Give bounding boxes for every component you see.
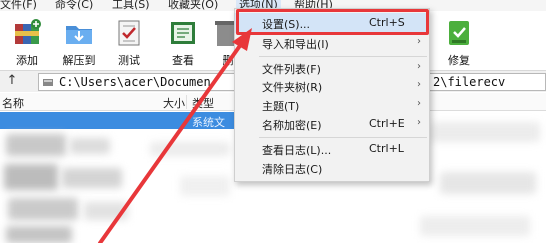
submenu-arrow-icon: › [417, 79, 421, 90]
view-button[interactable]: 查看 [158, 11, 208, 69]
blurred-content [84, 202, 128, 220]
menu-item-folder-tree[interactable]: 文件夹树(R) › [235, 76, 429, 96]
menu-commands[interactable]: 命令(C) [55, 0, 93, 11]
menu-item-label: 主题(T) [262, 100, 300, 113]
blurred-content [180, 176, 230, 196]
menu-item-file-list[interactable]: 文件列表(F) › [235, 58, 429, 78]
menu-item-import-export[interactable]: 导入和导出(I) › [235, 33, 429, 53]
menu-item-label: 名称加密(E) [262, 119, 322, 132]
blurred-content [420, 216, 530, 236]
menu-item-clear-log[interactable]: 清除日志(C) [235, 158, 429, 178]
drive-icon [43, 79, 53, 86]
menu-item-label: 文件夹树(R) [262, 81, 323, 94]
add-button[interactable]: 添加 [2, 11, 52, 69]
view-icon [171, 22, 195, 44]
menu-item-label: 清除日志(C) [262, 163, 323, 176]
repair-button-label: 修复 [448, 54, 470, 67]
extract-to-icon [66, 26, 92, 44]
menu-separator [259, 137, 427, 138]
menu-item-shortcut: Ctrl+L [369, 142, 404, 155]
menu-item-themes[interactable]: 主题(T) › [235, 95, 429, 115]
test-button-label: 测试 [118, 54, 140, 67]
blurred-content [62, 168, 122, 188]
repair-icon [449, 21, 469, 45]
view-button-label: 查看 [172, 54, 194, 67]
column-type[interactable]: 类型 [192, 95, 214, 111]
test-icon [118, 20, 140, 46]
blurred-content [430, 122, 540, 142]
extract-to-button-label: 解压到 [62, 54, 96, 67]
blurred-content [6, 134, 66, 156]
blurred-content [4, 164, 58, 190]
add-archive-icon [15, 19, 41, 44]
menu-favorites[interactable]: 收藏夹(O) [168, 0, 218, 11]
blurred-content [6, 226, 72, 243]
column-size[interactable]: 大小 [163, 95, 185, 111]
path-text-left: C:\Users\acer\Documen [59, 75, 211, 89]
up-arrow-icon[interactable]: ↑ [4, 73, 20, 89]
repair-button[interactable]: 修复 [434, 11, 484, 69]
highlight-box [236, 9, 429, 35]
column-name[interactable]: 名称 [2, 95, 24, 111]
menu-item-view-log[interactable]: 查看日志(L)... Ctrl+L [235, 139, 429, 159]
submenu-arrow-icon: › [417, 117, 421, 128]
menu-item-label: 导入和导出(I) [262, 38, 329, 51]
menu-item-name-encryption[interactable]: 名称加密(E) Ctrl+E › [235, 114, 429, 134]
blurred-content [150, 142, 230, 156]
column-separator[interactable] [186, 95, 187, 109]
menu-separator [259, 56, 427, 57]
extract-to-button[interactable]: 解压到 [54, 11, 104, 69]
test-button[interactable]: 测试 [104, 11, 154, 69]
submenu-arrow-icon: › [417, 61, 421, 72]
submenu-arrow-icon: › [417, 36, 421, 47]
blurred-content [440, 172, 536, 194]
menu-item-label: 文件列表(F) [262, 63, 321, 76]
path-text-right: 2\filerecv [433, 75, 506, 89]
add-button-label: 添加 [16, 54, 38, 67]
selected-row-type: 系统文 [192, 116, 225, 129]
delete-button[interactable]: 删 [212, 11, 237, 69]
submenu-arrow-icon: › [417, 98, 421, 109]
blurred-content [70, 138, 110, 154]
menu-item-shortcut: Ctrl+E [369, 117, 405, 130]
menu-file[interactable]: 文件(F) [0, 0, 37, 11]
menu-item-label: 查看日志(L)... [262, 144, 332, 157]
selected-row[interactable]: 系统文 [0, 112, 236, 129]
blurred-content [8, 198, 78, 220]
menu-tools[interactable]: 工具(S) [112, 0, 150, 11]
